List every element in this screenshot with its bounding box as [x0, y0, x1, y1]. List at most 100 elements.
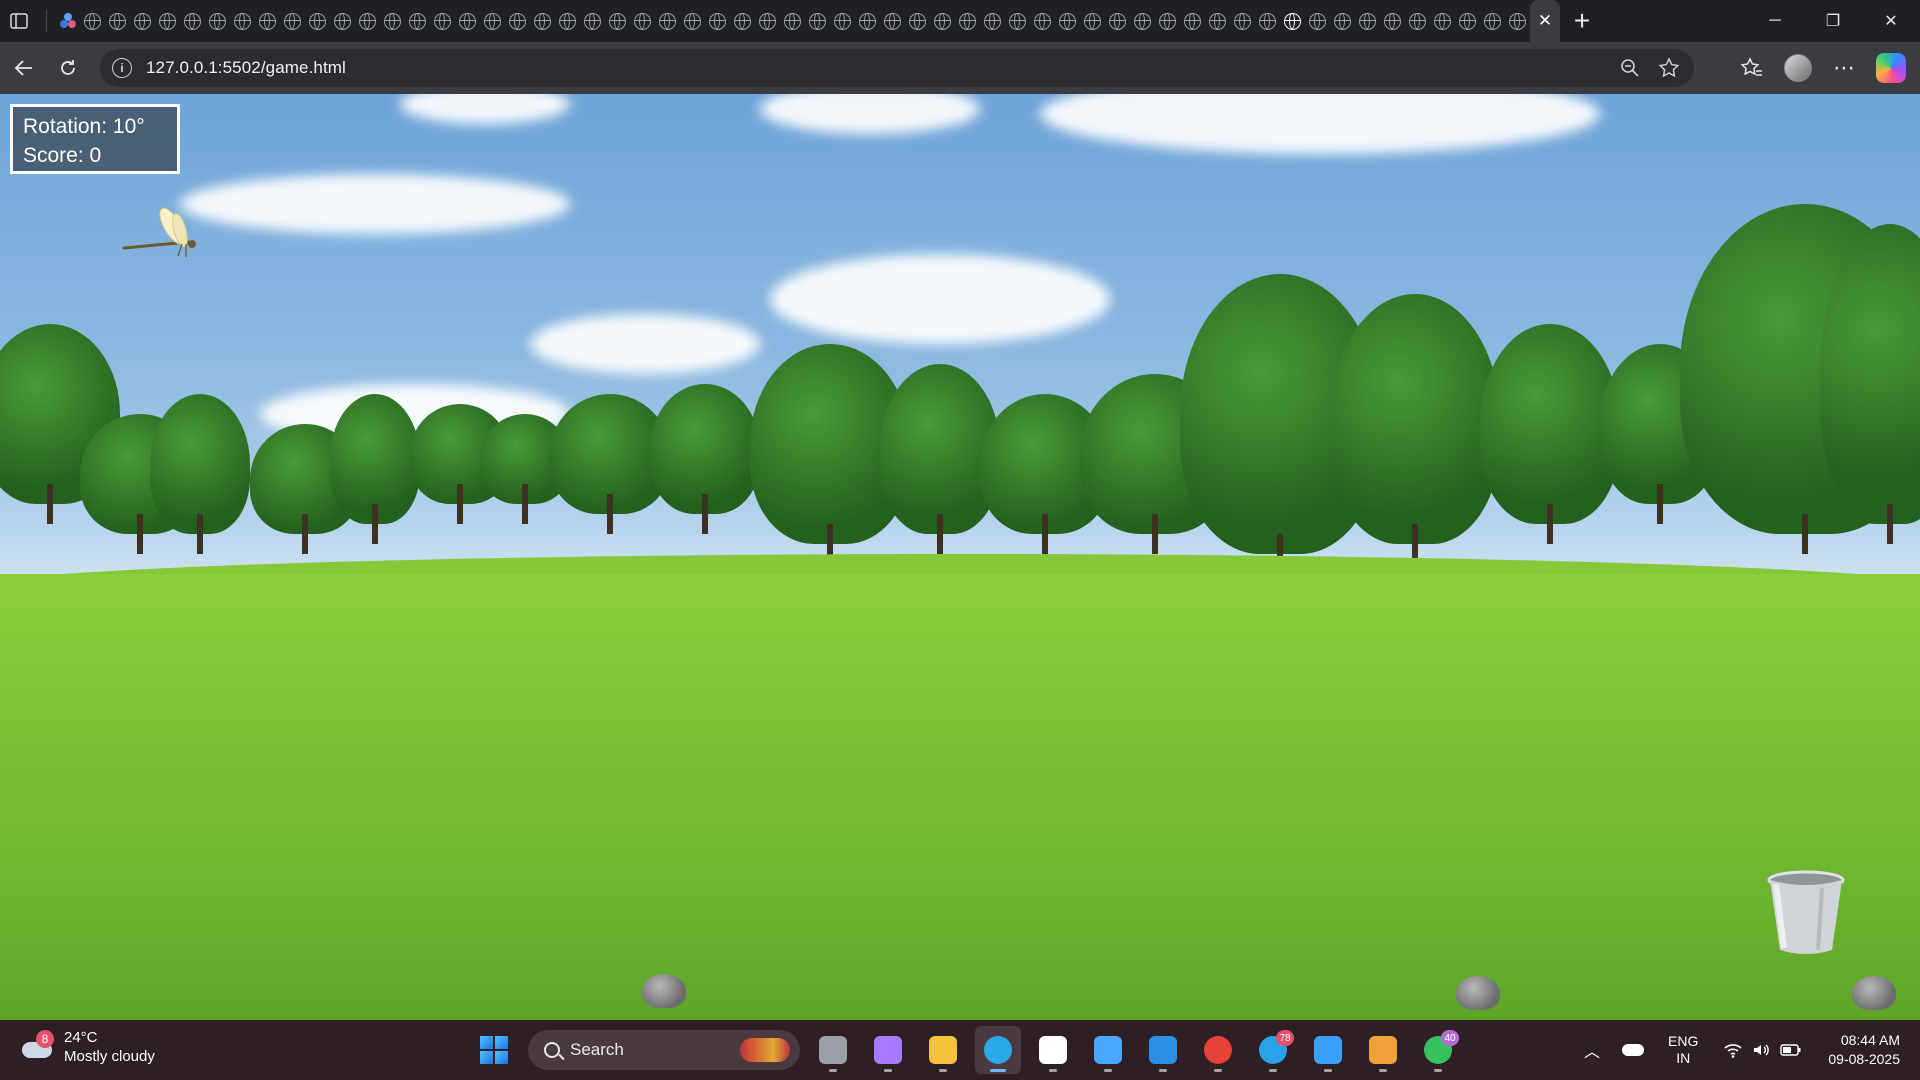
taskbar-app-chrome[interactable]	[1195, 1026, 1241, 1074]
browser-tab[interactable]	[230, 0, 255, 42]
copilot-icon[interactable]	[1876, 53, 1906, 83]
taskbar-app-task-view[interactable]	[810, 1026, 856, 1074]
bucket-sprite[interactable]	[1766, 868, 1846, 958]
browser-tab[interactable]	[855, 0, 880, 42]
address-bar[interactable]: i 127.0.0.1:5502/game.html	[100, 49, 1694, 87]
star-icon[interactable]	[1658, 57, 1680, 79]
browser-tab[interactable]	[1230, 0, 1255, 42]
browser-tab[interactable]	[80, 0, 105, 42]
browser-tab[interactable]	[1455, 0, 1480, 42]
browser-tab[interactable]	[155, 0, 180, 42]
more-menu-button[interactable]: ⋯	[1822, 48, 1866, 88]
browser-tab[interactable]	[880, 0, 905, 42]
browser-tab[interactable]	[130, 0, 155, 42]
browser-tab[interactable]	[1180, 0, 1205, 42]
taskbar-app-photos[interactable]	[1305, 1026, 1351, 1074]
system-status[interactable]	[1724, 1042, 1802, 1058]
browser-tab[interactable]	[680, 0, 705, 42]
browser-tab[interactable]	[1005, 0, 1030, 42]
browser-tab[interactable]	[530, 0, 555, 42]
site-info-icon[interactable]: i	[112, 58, 132, 78]
browser-tab[interactable]	[1255, 0, 1280, 42]
browser-tab[interactable]	[1330, 0, 1355, 42]
browser-tab[interactable]	[1355, 0, 1380, 42]
taskbar-app-file-explorer[interactable]	[920, 1026, 966, 1074]
browser-tab[interactable]	[805, 0, 830, 42]
browser-tab[interactable]	[1405, 0, 1430, 42]
browser-tab[interactable]	[1030, 0, 1055, 42]
browser-tab[interactable]	[980, 0, 1005, 42]
clock[interactable]: 08:44 AM 09-08-2025	[1828, 1031, 1900, 1069]
taskbar-app-git-kraken[interactable]	[1360, 1026, 1406, 1074]
browser-tab[interactable]	[255, 0, 280, 42]
browser-tab[interactable]	[505, 0, 530, 42]
language-indicator[interactable]: ENG IN	[1668, 1033, 1698, 1067]
tab-active-close[interactable]: ✕	[1530, 0, 1560, 42]
reload-button[interactable]	[46, 48, 90, 88]
browser-tab[interactable]	[1130, 0, 1155, 42]
browser-tab[interactable]	[1480, 0, 1505, 42]
close-window-button[interactable]: ✕	[1862, 0, 1920, 42]
browser-tab[interactable]	[580, 0, 605, 42]
browser-tab[interactable]	[630, 0, 655, 42]
dragonfly-sprite[interactable]	[120, 204, 210, 264]
browser-tab[interactable]	[355, 0, 380, 42]
browser-tab[interactable]	[380, 0, 405, 42]
browser-tab[interactable]	[1380, 0, 1405, 42]
url-text[interactable]: 127.0.0.1:5502/game.html	[146, 58, 346, 78]
browser-tab[interactable]	[305, 0, 330, 42]
taskbar-app-copilot[interactable]	[865, 1026, 911, 1074]
back-button[interactable]	[2, 48, 46, 88]
browser-tab[interactable]	[705, 0, 730, 42]
rock-sprite[interactable]	[1852, 976, 1896, 1010]
favorites-button[interactable]	[1730, 48, 1774, 88]
browser-tab[interactable]	[955, 0, 980, 42]
sidebar-toggle-button[interactable]	[0, 0, 38, 42]
chevron-up-icon[interactable]: ︿	[1584, 1038, 1600, 1062]
browser-tab[interactable]	[330, 0, 355, 42]
game-canvas[interactable]: Rotation: 10° Score: 0	[0, 94, 1920, 1020]
browser-tab[interactable]	[1105, 0, 1130, 42]
browser-tab[interactable]	[405, 0, 430, 42]
browser-tab[interactable]	[605, 0, 630, 42]
browser-tab[interactable]	[780, 0, 805, 42]
browser-tab[interactable]	[430, 0, 455, 42]
new-tab-button[interactable]: +	[1560, 0, 1604, 42]
browser-tab[interactable]	[105, 0, 130, 42]
taskbar-app-whatsapp[interactable]: 40	[1415, 1026, 1461, 1074]
close-tab-icon[interactable]: ✕	[1538, 11, 1552, 31]
browser-tab[interactable]	[480, 0, 505, 42]
taskbar-search[interactable]: Search	[528, 1030, 800, 1070]
browser-tab[interactable]	[755, 0, 780, 42]
taskbar-app-microsoft-store[interactable]	[1030, 1026, 1076, 1074]
restore-button[interactable]: ❐	[1804, 0, 1862, 42]
browser-tab[interactable]	[1205, 0, 1230, 42]
browser-tab[interactable]	[1430, 0, 1455, 42]
zoom-out-icon[interactable]	[1620, 58, 1640, 78]
browser-tab[interactable]	[730, 0, 755, 42]
profile-avatar[interactable]	[1784, 54, 1812, 82]
tab-workspaces[interactable]	[55, 0, 80, 42]
minimize-button[interactable]: ─	[1746, 0, 1804, 42]
taskbar-app-notepad[interactable]	[1085, 1026, 1131, 1074]
browser-tab[interactable]	[830, 0, 855, 42]
weather-widget[interactable]: 8 24°C Mostly cloudy	[20, 1028, 155, 1066]
browser-tab[interactable]	[1305, 0, 1330, 42]
rock-sprite[interactable]	[642, 974, 686, 1008]
start-button[interactable]	[470, 1026, 518, 1074]
browser-tab[interactable]	[1055, 0, 1080, 42]
taskbar-app-vscode[interactable]	[1140, 1026, 1186, 1074]
browser-tab[interactable]	[1080, 0, 1105, 42]
browser-tab[interactable]	[455, 0, 480, 42]
rock-sprite[interactable]	[1456, 976, 1500, 1010]
browser-tab[interactable]	[280, 0, 305, 42]
browser-tab[interactable]	[1280, 0, 1305, 42]
browser-tab[interactable]	[1155, 0, 1180, 42]
taskbar-app-telegram[interactable]: 78	[1250, 1026, 1296, 1074]
browser-tab[interactable]	[930, 0, 955, 42]
browser-tab[interactable]	[905, 0, 930, 42]
browser-tab[interactable]	[555, 0, 580, 42]
browser-tab[interactable]	[655, 0, 680, 42]
taskbar-app-edge[interactable]	[975, 1026, 1021, 1074]
browser-tab[interactable]	[180, 0, 205, 42]
